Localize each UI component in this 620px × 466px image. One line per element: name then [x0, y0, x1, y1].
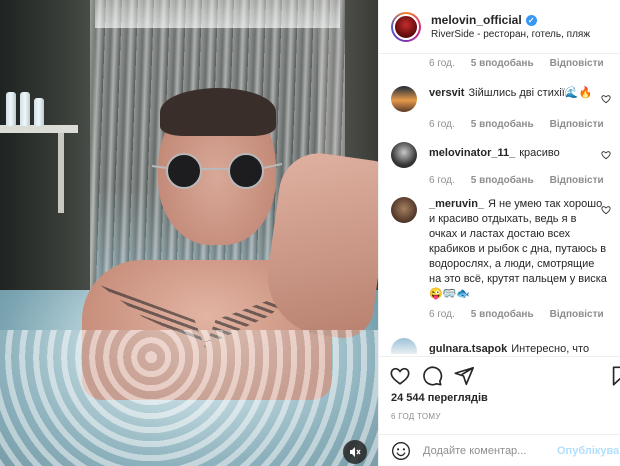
like-heart-icon[interactable] [601, 94, 611, 104]
avatar[interactable] [391, 11, 421, 42]
table-leg [58, 133, 64, 213]
comments-list[interactable]: 6 год. 5 вподобань Відповісти versvit Зій… [379, 54, 620, 354]
person-hair [160, 88, 276, 136]
heart-icon[interactable] [389, 365, 411, 387]
list-item: versvit Зійшлись дві стихії🌊🔥 6 год. 5 вп… [379, 86, 620, 130]
bottle [34, 98, 44, 126]
location-link[interactable]: RiverSide - ресторан, готель, пляж [431, 29, 590, 40]
comment-text: Я не умею так хорошо и красиво отдыхать,… [429, 198, 607, 300]
comment-likes-link[interactable]: 5 вподобань [471, 58, 534, 69]
mute-icon [350, 447, 361, 457]
emoji-icon[interactable] [391, 441, 411, 461]
bottle [20, 92, 30, 126]
like-heart-icon[interactable] [601, 150, 611, 160]
comment-meta: 6 год. 5 вподобань Відповісти [379, 58, 604, 69]
reply-link[interactable]: Відповісти [550, 58, 604, 69]
list-item: melovinator_11_ красиво 6 год. 5 вподобан… [379, 142, 620, 186]
comment-meta: 6 год. 5 вподобань Відповісти [379, 309, 620, 320]
comment-time: 6 год. [429, 58, 455, 69]
table [0, 125, 78, 133]
view-count[interactable]: 24 544 переглядів [391, 392, 488, 404]
action-bar [379, 356, 620, 392]
avatar[interactable] [391, 197, 417, 223]
username-link[interactable]: melovin_official [431, 13, 522, 27]
comment-likes-link[interactable]: 5 вподобань [471, 119, 534, 130]
like-heart-icon[interactable] [601, 205, 611, 215]
add-comment-bar: Опублікува [379, 434, 620, 466]
mute-button[interactable] [343, 440, 367, 464]
bottle [6, 92, 16, 126]
comment-input[interactable] [423, 444, 543, 457]
sunglasses [152, 153, 282, 189]
background-wall [0, 0, 95, 300]
list-item: gulnara.tsapok Интересно, что [379, 338, 620, 354]
comment-time: 6 год. [429, 175, 455, 186]
reply-link[interactable]: Відповісти [550, 309, 604, 320]
list-item: _meruvin_ Я не умею так хорошо и красиво … [379, 197, 620, 320]
post-sidebar: melovin_official ✓ RiverSide - ресторан,… [378, 0, 620, 466]
comment-icon[interactable] [421, 365, 443, 387]
comment-meta: 6 год. 5 вподобань Відповісти [379, 175, 620, 186]
reply-link[interactable]: Відповісти [550, 119, 604, 130]
post-timestamp[interactable]: 6 ГОД ТОМУ [391, 412, 441, 421]
reply-link[interactable]: Відповісти [550, 175, 604, 186]
post-video[interactable] [0, 0, 378, 466]
comment-username[interactable]: gulnara.tsapok [429, 343, 507, 354]
avatar[interactable] [391, 338, 417, 354]
comment-username[interactable]: _meruvin_ [429, 198, 484, 210]
comment-text: красиво [519, 147, 560, 159]
comment-time: 6 год. [429, 309, 455, 320]
water-foam [0, 330, 378, 466]
publish-button[interactable]: Опублікува [557, 445, 619, 457]
avatar[interactable] [391, 86, 417, 112]
share-icon[interactable] [453, 365, 475, 387]
bookmark-icon[interactable] [609, 365, 620, 387]
comment-text: Зійшлись дві стихії🌊🔥 [468, 87, 593, 99]
comment-meta: 6 год. 5 вподобань Відповісти [379, 119, 620, 130]
avatar[interactable] [391, 142, 417, 168]
comment-likes-link[interactable]: 5 вподобань [471, 175, 534, 186]
verified-badge-icon: ✓ [525, 14, 537, 26]
comment-text: Интересно, что [511, 343, 590, 354]
comment-time: 6 год. [429, 119, 455, 130]
comment-likes-link[interactable]: 5 вподобань [471, 309, 534, 320]
comment-username[interactable]: versvit [429, 87, 464, 99]
comment-username[interactable]: melovinator_11_ [429, 147, 515, 159]
post-header: melovin_official ✓ RiverSide - ресторан,… [379, 0, 620, 54]
